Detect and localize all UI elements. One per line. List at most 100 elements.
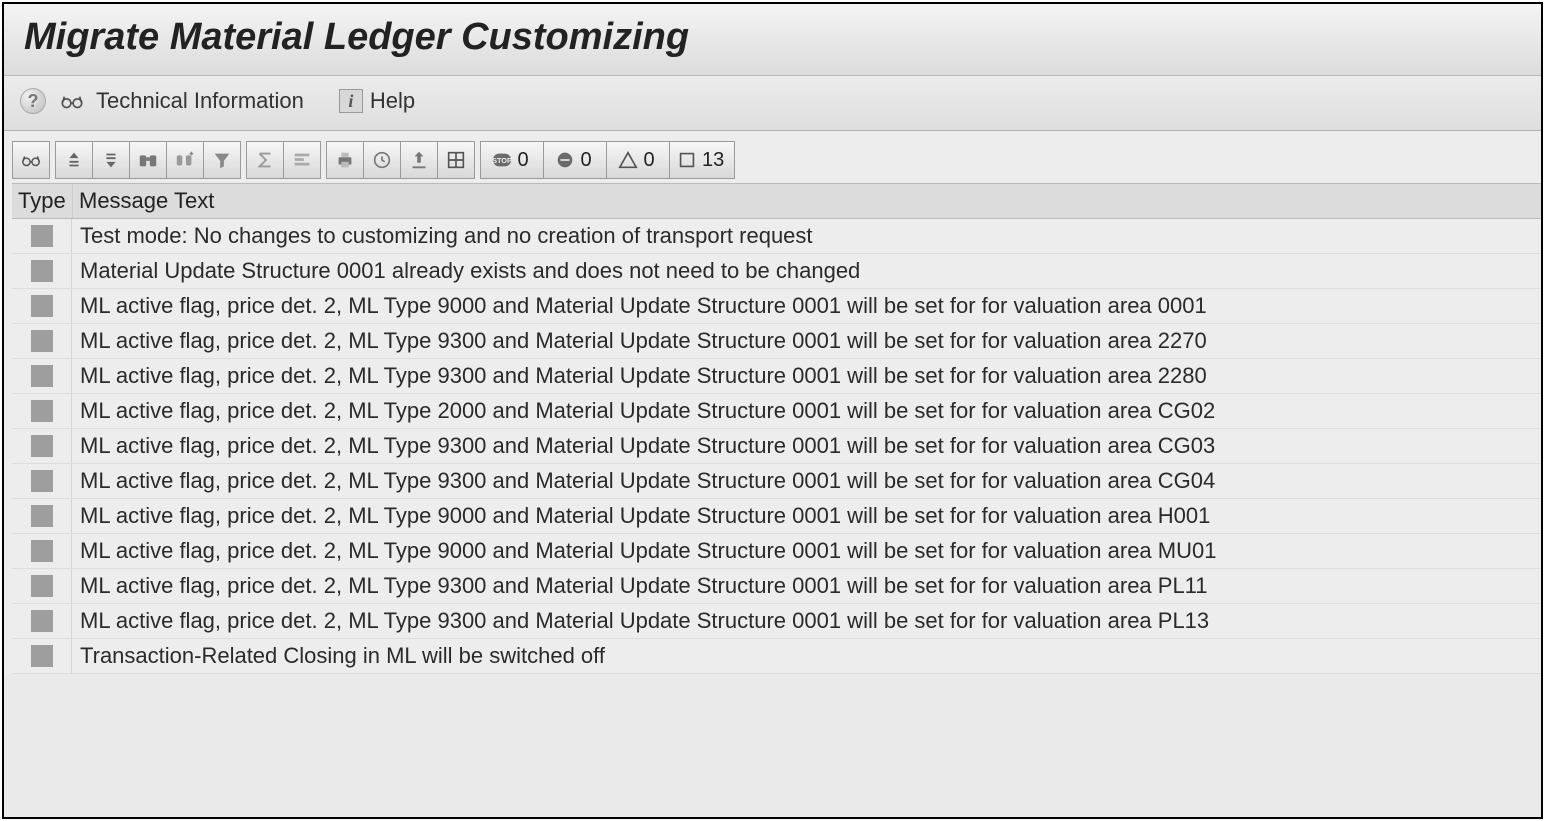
table-row[interactable]: ML active flag, price det. 2, ML Type 90…	[12, 289, 1541, 324]
title-bar: Migrate Material Ledger Customizing	[4, 4, 1541, 76]
status-square-icon	[31, 540, 53, 562]
sort-asc-icon	[63, 149, 85, 171]
sum-button[interactable]	[246, 141, 284, 179]
sort-asc-button[interactable]	[55, 141, 93, 179]
message-text-cell: ML active flag, price det. 2, ML Type 20…	[72, 394, 1541, 428]
table-row[interactable]: ML active flag, price det. 2, ML Type 93…	[12, 604, 1541, 639]
stop-count-button[interactable]: STOP 0	[480, 141, 544, 179]
table-row[interactable]: Material Update Structure 0001 already e…	[12, 254, 1541, 289]
status-square-icon	[31, 295, 53, 317]
export-button[interactable]	[400, 141, 438, 179]
message-type-cell	[12, 604, 72, 638]
technical-info-label: Technical Information	[96, 88, 304, 114]
message-text-cell: Transaction-Related Closing in ML will b…	[72, 639, 1541, 673]
message-type-cell	[12, 464, 72, 498]
find-next-button[interactable]	[166, 141, 204, 179]
app-window: Migrate Material Ledger Customizing ? Te…	[2, 2, 1543, 819]
message-text-cell: ML active flag, price det. 2, ML Type 93…	[72, 604, 1541, 638]
find-button[interactable]	[129, 141, 167, 179]
subtotal-icon	[291, 149, 313, 171]
grid-body: Test mode: No changes to customizing and…	[12, 219, 1541, 674]
glasses-icon	[20, 149, 42, 171]
grid-header: Type Message Text	[12, 183, 1541, 219]
message-type-cell	[12, 359, 72, 393]
message-type-cell	[12, 499, 72, 533]
table-row[interactable]: ML active flag, price det. 2, ML Type 93…	[12, 359, 1541, 394]
message-text-cell: ML active flag, price det. 2, ML Type 90…	[72, 534, 1541, 568]
column-header-message[interactable]: Message Text	[72, 184, 1541, 218]
table-row[interactable]: ML active flag, price det. 2, ML Type 93…	[12, 569, 1541, 604]
status-square-icon	[31, 330, 53, 352]
print-button[interactable]	[326, 141, 364, 179]
table-row[interactable]: Transaction-Related Closing in ML will b…	[12, 639, 1541, 674]
message-text-cell: Test mode: No changes to customizing and…	[72, 219, 1541, 253]
status-square-icon	[31, 365, 53, 387]
funnel-icon	[211, 149, 233, 171]
view-button[interactable]	[363, 141, 401, 179]
table-row[interactable]: ML active flag, price det. 2, ML Type 20…	[12, 394, 1541, 429]
status-square-icon	[31, 400, 53, 422]
binoculars-icon	[137, 149, 159, 171]
message-text-cell: ML active flag, price det. 2, ML Type 93…	[72, 429, 1541, 463]
column-header-type[interactable]: Type	[12, 184, 72, 218]
subtotal-button[interactable]	[283, 141, 321, 179]
details-button[interactable]	[12, 141, 50, 179]
sort-desc-icon	[100, 149, 122, 171]
message-type-cell	[12, 324, 72, 358]
message-type-cell	[12, 254, 72, 288]
info-count: 13	[702, 149, 724, 172]
stop-count: 0	[517, 149, 528, 172]
help-button[interactable]: i	[338, 86, 364, 116]
message-type-cell	[12, 429, 72, 463]
status-square-icon	[31, 645, 53, 667]
message-type-cell	[12, 219, 72, 253]
svg-text:STOP: STOP	[493, 156, 513, 165]
message-type-cell	[12, 394, 72, 428]
warning-count-button[interactable]: 0	[606, 141, 670, 179]
status-square-icon	[31, 435, 53, 457]
help-label: Help	[370, 88, 415, 114]
error-count: 0	[580, 149, 591, 172]
alv-toolbar: STOP 0 0 0 13	[12, 139, 1541, 181]
grid-icon	[445, 149, 467, 171]
status-square-icon	[31, 470, 53, 492]
table-row[interactable]: Test mode: No changes to customizing and…	[12, 219, 1541, 254]
clock-icon	[371, 149, 393, 171]
table-row[interactable]: ML active flag, price det. 2, ML Type 90…	[12, 534, 1541, 569]
binoculars-plus-icon	[174, 149, 196, 171]
filter-button[interactable]	[203, 141, 241, 179]
warning-count: 0	[643, 149, 654, 172]
app-toolbar: ? Technical Information i Help	[4, 76, 1541, 131]
table-row[interactable]: ML active flag, price det. 2, ML Type 93…	[12, 464, 1541, 499]
sigma-icon	[254, 149, 276, 171]
message-type-cell	[12, 289, 72, 323]
printer-icon	[334, 149, 356, 171]
error-count-button[interactable]: 0	[543, 141, 607, 179]
help-question-button[interactable]: ?	[18, 86, 48, 116]
message-type-cell	[12, 569, 72, 603]
table-row[interactable]: ML active flag, price det. 2, ML Type 93…	[12, 324, 1541, 359]
message-text-cell: Material Update Structure 0001 already e…	[72, 254, 1541, 288]
content-area: STOP 0 0 0 13 Type Message Text Test mod…	[4, 131, 1541, 674]
table-row[interactable]: ML active flag, price det. 2, ML Type 93…	[12, 429, 1541, 464]
square-icon	[676, 149, 698, 171]
technical-info-button[interactable]	[54, 86, 90, 116]
table-row[interactable]: ML active flag, price det. 2, ML Type 90…	[12, 499, 1541, 534]
layout-button[interactable]	[437, 141, 475, 179]
status-square-icon	[31, 225, 53, 247]
page-title: Migrate Material Ledger Customizing	[24, 16, 1521, 59]
message-text-cell: ML active flag, price det. 2, ML Type 93…	[72, 359, 1541, 393]
message-type-cell	[12, 639, 72, 673]
message-text-cell: ML active flag, price det. 2, ML Type 93…	[72, 324, 1541, 358]
info-icon: i	[339, 89, 363, 113]
message-text-cell: ML active flag, price det. 2, ML Type 93…	[72, 569, 1541, 603]
warning-icon	[617, 149, 639, 171]
sort-desc-button[interactable]	[92, 141, 130, 179]
stop-icon: STOP	[491, 149, 513, 171]
error-icon	[554, 149, 576, 171]
message-type-cell	[12, 534, 72, 568]
info-count-button[interactable]: 13	[669, 141, 735, 179]
export-icon	[408, 149, 430, 171]
question-icon: ?	[20, 88, 46, 114]
status-square-icon	[31, 610, 53, 632]
